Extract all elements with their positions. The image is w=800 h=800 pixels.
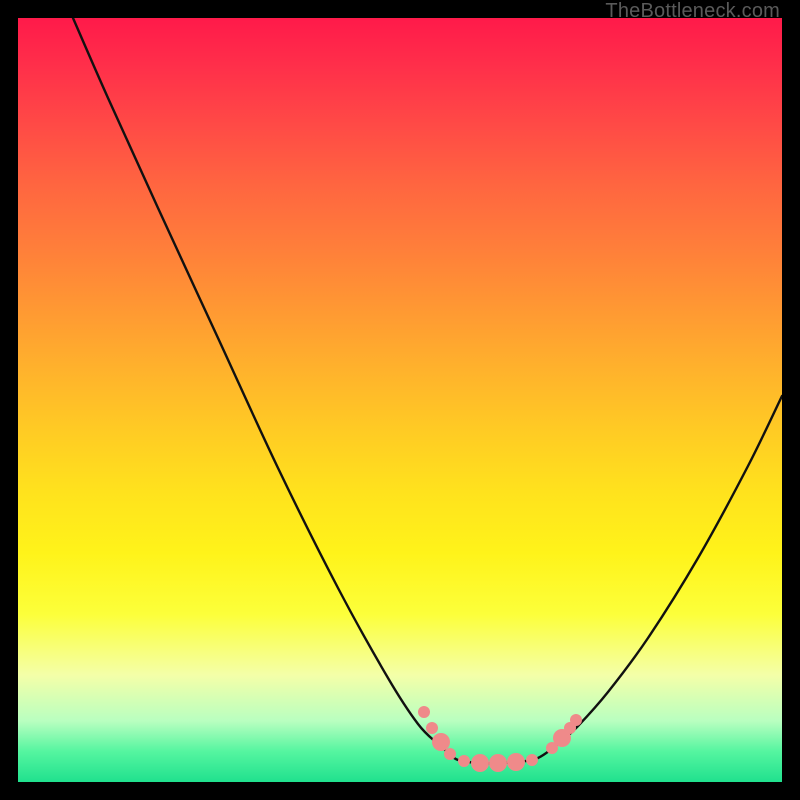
trough-markers [418,706,582,772]
curve-marker [444,748,456,760]
chart-frame [18,18,782,782]
curve-marker [489,754,507,772]
bottleneck-curve [73,18,782,763]
chart-svg [18,18,782,782]
curve-marker [570,714,582,726]
curve-marker [426,722,438,734]
curve-marker [471,754,489,772]
curve-marker [432,733,450,751]
curve-marker [458,755,470,767]
curve-marker [526,754,538,766]
curve-marker [507,753,525,771]
curve-marker [418,706,430,718]
